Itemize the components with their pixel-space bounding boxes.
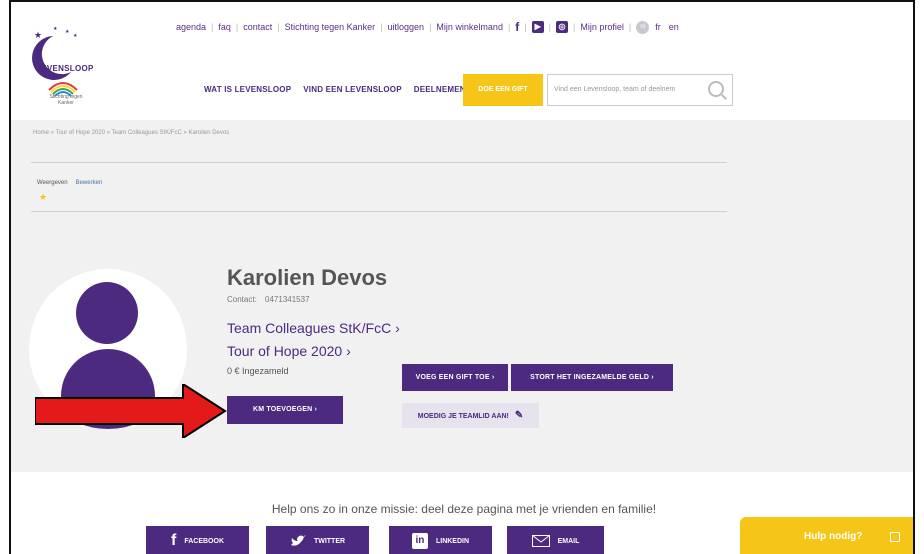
search-box[interactable]: Vind een Levensloop, team of deelnem xyxy=(547,74,733,106)
instagram-icon[interactable]: ◎ xyxy=(555,21,568,33)
toplink-uitloggen[interactable]: uitloggen xyxy=(388,22,425,32)
youtube-icon[interactable]: ▶ xyxy=(531,21,544,33)
doe-een-gift-button[interactable]: DOE EEN GIFT xyxy=(463,74,543,106)
participant-name: Karolien Devos xyxy=(227,265,388,290)
moedig-teamlid-button[interactable]: MOEDIG JE TEAMLID AAN! ✎ xyxy=(402,403,539,428)
contact-label: Contact: xyxy=(227,295,257,304)
lang-fr[interactable]: fr xyxy=(655,22,661,32)
lang-en[interactable]: en xyxy=(669,22,679,32)
top-links-bar: agenda | faq | contact | Stichting tegen Ka… xyxy=(176,20,679,34)
share-linkedin-label: LINKEDIN xyxy=(435,537,470,545)
twitter-icon xyxy=(290,535,306,546)
divider-top xyxy=(31,162,727,163)
km-toevoegen-button[interactable]: KM TOEVOEGEN › xyxy=(227,396,343,424)
envelope-icon xyxy=(531,535,550,547)
lang-nl[interactable]: nl xyxy=(636,20,650,34)
svg-text:★: ★ xyxy=(65,29,70,35)
breadcrumb[interactable]: Home » Tour of Hope 2020 » Team Colleagu… xyxy=(33,130,229,136)
nav-vind-een-levensloop[interactable]: VIND EEN LEVENSLOOP xyxy=(303,85,401,94)
svg-text:★: ★ xyxy=(34,30,42,40)
facebook-icon[interactable]: f xyxy=(515,20,519,34)
help-label: Hulp nodig? xyxy=(804,531,863,542)
toplink-mijn-profiel[interactable]: Mijn profiel xyxy=(580,22,624,32)
svg-text:★: ★ xyxy=(53,26,58,32)
contact-line: Contact: 0471341537 xyxy=(227,295,310,304)
toplink-winkelmand[interactable]: Mijn winkelmand xyxy=(436,22,503,32)
nav-wat-is-levensloop[interactable]: WAT IS LEVENSLOOP xyxy=(204,85,291,94)
toplink-stichting[interactable]: Stichting tegen Kanker xyxy=(285,22,376,32)
avatar-head-icon xyxy=(76,282,138,344)
linkedin-icon: in xyxy=(411,533,428,549)
share-email-button[interactable]: EMAIL xyxy=(507,526,604,554)
divider-bottom xyxy=(31,211,727,212)
facebook-icon: f xyxy=(171,532,177,549)
svg-text:★: ★ xyxy=(73,33,78,39)
red-arrow-annotation xyxy=(35,384,227,438)
moedig-label: MOEDIG JE TEAMLID AAN! xyxy=(417,413,509,420)
share-linkedin-button[interactable]: in LINKEDIN xyxy=(389,526,492,554)
toplink-agenda[interactable]: agenda xyxy=(176,22,206,32)
star-icon: ★ xyxy=(39,192,48,202)
toplink-contact[interactable]: contact xyxy=(243,22,272,32)
chat-icon xyxy=(890,531,901,542)
share-facebook-label: FACEBOOK xyxy=(184,537,224,545)
view-edit-tabs: Weergeven Bewerken xyxy=(37,180,102,186)
levensloop-logo[interactable]: ★ ★ ★ ★ LEVENSLOOP Stichting tegen Kanke… xyxy=(31,24,103,108)
share-text: Help ons zo in onze missie: deel deze pa… xyxy=(271,502,657,516)
search-input[interactable]: Vind een Levensloop, team of deelnem xyxy=(554,86,675,93)
voeg-gift-toe-button[interactable]: VOEG EEN GIFT TOE › xyxy=(402,364,508,391)
share-email-label: EMAIL xyxy=(557,537,580,545)
nav-deelnemen[interactable]: DEELNEMEN xyxy=(414,85,466,94)
toplink-faq[interactable]: faq xyxy=(218,22,231,32)
tab-weergeven[interactable]: Weergeven xyxy=(37,180,68,186)
team-link[interactable]: Team Colleagues StK/FcC › xyxy=(227,320,400,336)
stort-geld-button[interactable]: STORT HET INGEZAMELDE GELD › xyxy=(511,364,673,391)
main-navigation: WAT IS LEVENSLOOP VIND EEN LEVENSLOOP DE… xyxy=(204,85,466,94)
logo-brand-text: LEVENSLOOP xyxy=(36,64,94,73)
help-widget-button[interactable]: Hulp nodig? xyxy=(740,517,913,554)
event-link[interactable]: Tour of Hope 2020 › xyxy=(227,343,351,359)
tab-bewerken[interactable]: Bewerken xyxy=(76,180,103,186)
logo-subtitle: Stichting tegen Kanker xyxy=(49,94,83,106)
share-twitter-button[interactable]: TWITTER xyxy=(266,526,369,554)
amount-raised: 0 € Ingezameld xyxy=(227,366,289,376)
contact-phone: 0471341537 xyxy=(265,295,310,304)
share-facebook-button[interactable]: f FACEBOOK xyxy=(146,526,249,554)
search-icon[interactable] xyxy=(708,81,724,97)
page-frame: ★ ★ ★ ★ LEVENSLOOP Stichting tegen Kanke… xyxy=(9,0,915,554)
share-twitter-label: TWITTER xyxy=(313,537,346,545)
pencil-icon: ✎ xyxy=(514,410,524,421)
